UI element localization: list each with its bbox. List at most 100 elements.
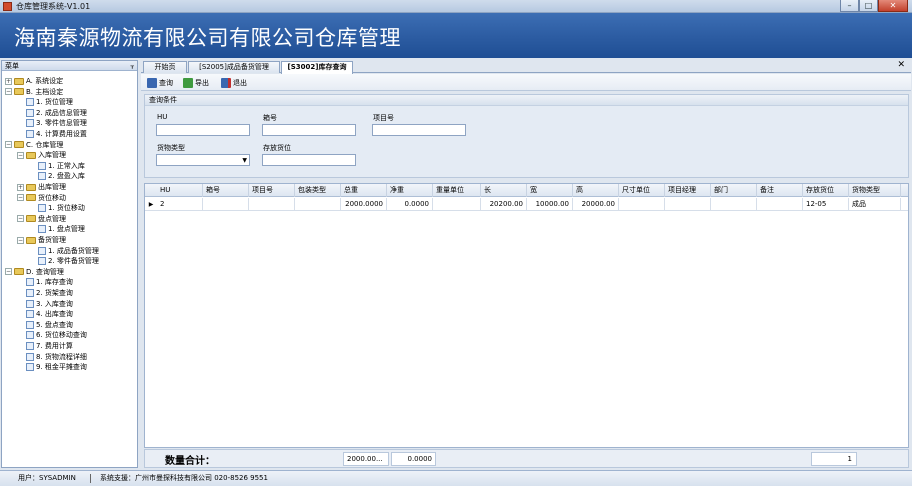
menu-item[interactable]: 1. 货位移动	[29, 203, 85, 213]
menu-item[interactable]: 8. 货物流程详细	[17, 352, 87, 362]
collapse-icon[interactable]: −	[17, 236, 24, 244]
menu-item[interactable]: 6. 货位移动查询	[17, 330, 87, 340]
column-header[interactable]: 备注	[757, 184, 803, 197]
exit-button[interactable]: 退出	[221, 77, 247, 88]
menu-item-label: 2. 货架查询	[36, 289, 73, 297]
collapse-icon[interactable]: −	[5, 268, 12, 276]
export-button[interactable]: 导出	[183, 77, 209, 88]
table-cell[interactable]: 成品	[849, 198, 901, 211]
column-header[interactable]: 包装类型	[295, 184, 341, 197]
menu-item[interactable]: 3. 入库查询	[17, 299, 73, 309]
table-cell[interactable]: 20200.00	[481, 198, 527, 211]
column-header[interactable]: 重量单位	[433, 184, 481, 197]
collapse-icon[interactable]: −	[5, 141, 12, 149]
collapse-icon[interactable]: −	[17, 151, 24, 159]
table-cell[interactable]: 20000.00	[573, 198, 619, 211]
menu-item[interactable]: 1. 盘点管理	[29, 224, 85, 234]
column-header[interactable]: 项目经理	[665, 184, 711, 197]
menu-item[interactable]: − C. 仓库管理	[5, 140, 63, 150]
window-title: 仓库管理系统-V1.01	[16, 2, 91, 11]
grid-header: HU 箱号 项目号 包装类型 总重 净重 重量单位长宽高尺寸单位 项目经理 部门 备注 存放货位 货物…	[145, 184, 908, 197]
menu-item[interactable]: + 出库管理	[17, 182, 66, 192]
document-icon	[38, 257, 46, 266]
tab-s3002[interactable]: [S3002]库存查询	[281, 61, 353, 74]
table-cell[interactable]	[295, 198, 341, 211]
collapse-icon[interactable]: −	[17, 215, 24, 223]
menu-item-label: B. 主档设定	[26, 87, 64, 96]
column-header[interactable]: 总重	[341, 184, 387, 197]
table-cell[interactable]: 2	[157, 198, 203, 211]
menu-item[interactable]: − B. 主档设定	[5, 87, 63, 97]
column-header[interactable]: HU	[157, 184, 203, 197]
minimize-button[interactable]: –	[840, 0, 859, 12]
expand-icon[interactable]: +	[5, 77, 12, 85]
expand-icon[interactable]: +	[17, 183, 24, 191]
column-header[interactable]: 长	[481, 184, 527, 197]
menu-item[interactable]: 2. 货架查询	[17, 288, 73, 298]
tab-label: [S3002]库存查询	[287, 63, 347, 71]
menu-item[interactable]: 4. 出库查询	[17, 309, 73, 319]
close-tab-icon[interactable]: ✕	[897, 60, 905, 70]
column-header[interactable]: 项目号	[249, 184, 295, 197]
menu-item[interactable]: − 入库管理	[17, 150, 66, 160]
table-cell[interactable]	[203, 198, 249, 211]
tab-start-page[interactable]: 开始页	[143, 61, 187, 73]
menu-item[interactable]: − 货位移动	[17, 193, 66, 203]
table-cell[interactable]: 0.0000	[387, 198, 433, 211]
menu-item-label: 3. 零件信息管理	[36, 119, 87, 128]
menu-item-label: 2. 盘盈入库	[48, 172, 85, 181]
chevron-down-icon: ▼	[242, 157, 247, 164]
column-header[interactable]: 存放货位	[803, 184, 849, 197]
status-user: 用户：SYSADMIN	[18, 474, 76, 482]
project-input[interactable]	[372, 124, 466, 136]
collapse-icon[interactable]: −	[17, 194, 24, 202]
menu-item[interactable]: − 盘点管理	[17, 214, 66, 224]
pin-icon[interactable]: ᚁ	[131, 61, 134, 71]
menu-item[interactable]: 2. 成品信息管理	[17, 108, 87, 118]
table-cell[interactable]: 2000.0000	[341, 198, 387, 211]
maximize-button[interactable]: □	[859, 0, 878, 12]
menu-item[interactable]: 9. 租金平摊查询	[17, 362, 87, 372]
column-header[interactable]: 部门	[711, 184, 757, 197]
table-cell[interactable]: 12-05	[803, 198, 849, 211]
column-header[interactable]: 尺寸单位	[619, 184, 665, 197]
menu-item[interactable]: 2. 零件备货管理	[29, 256, 99, 266]
menu-item[interactable]: 4. 计算费用设置	[17, 129, 87, 139]
table-cell[interactable]	[711, 198, 757, 211]
goods-type-select[interactable]: ▼	[156, 154, 250, 166]
location-input[interactable]	[262, 154, 356, 166]
menu-item[interactable]: 1. 货位管理	[17, 97, 73, 107]
menu-item[interactable]: 1. 正常入库	[29, 161, 85, 171]
query-button[interactable]: 查询	[147, 77, 173, 88]
tab-s2005[interactable]: [S2005]成品备货管理	[188, 61, 280, 73]
column-header[interactable]: 高	[573, 184, 619, 197]
menu-item[interactable]: + A. 系统设定	[5, 76, 63, 86]
menu-item[interactable]: − D. 查询管理	[5, 267, 64, 277]
menu-item[interactable]: 7. 费用计算	[17, 341, 73, 351]
column-header[interactable]: 净重	[387, 184, 433, 197]
close-window-button[interactable]: ✕	[878, 0, 908, 12]
table-cell[interactable]	[757, 198, 803, 211]
menu-item[interactable]: 5. 盘点查询	[17, 320, 73, 330]
table-cell[interactable]	[619, 198, 665, 211]
menu-item[interactable]: 1. 成品备货管理	[29, 246, 99, 256]
table-cell[interactable]: 10000.00	[527, 198, 573, 211]
column-header[interactable]: 货物类型	[849, 184, 901, 197]
menu-item[interactable]: 1. 库存查询	[17, 277, 73, 287]
menu-item[interactable]: 3. 零件信息管理	[17, 118, 87, 128]
table-cell[interactable]	[433, 198, 481, 211]
table-row[interactable]: ▶ 2 2000.0000 0.0000 20200.00 10000.00 20000.…	[145, 198, 908, 211]
collapse-icon[interactable]: −	[5, 88, 12, 96]
box-input[interactable]	[262, 124, 356, 136]
hu-input[interactable]	[156, 124, 250, 136]
document-icon	[26, 310, 34, 319]
table-cell[interactable]	[665, 198, 711, 211]
table-cell[interactable]	[249, 198, 295, 211]
column-header[interactable]: 宽	[527, 184, 573, 197]
menu-item[interactable]: 2. 盘盈入库	[29, 171, 85, 181]
toolbar: 查询 导出 退出	[141, 74, 911, 91]
menu-item[interactable]: − 备货管理	[17, 235, 66, 245]
column-header[interactable]: 箱号	[203, 184, 249, 197]
query-label: 查询	[159, 78, 173, 87]
row-indicator-icon: ▶	[148, 201, 154, 208]
